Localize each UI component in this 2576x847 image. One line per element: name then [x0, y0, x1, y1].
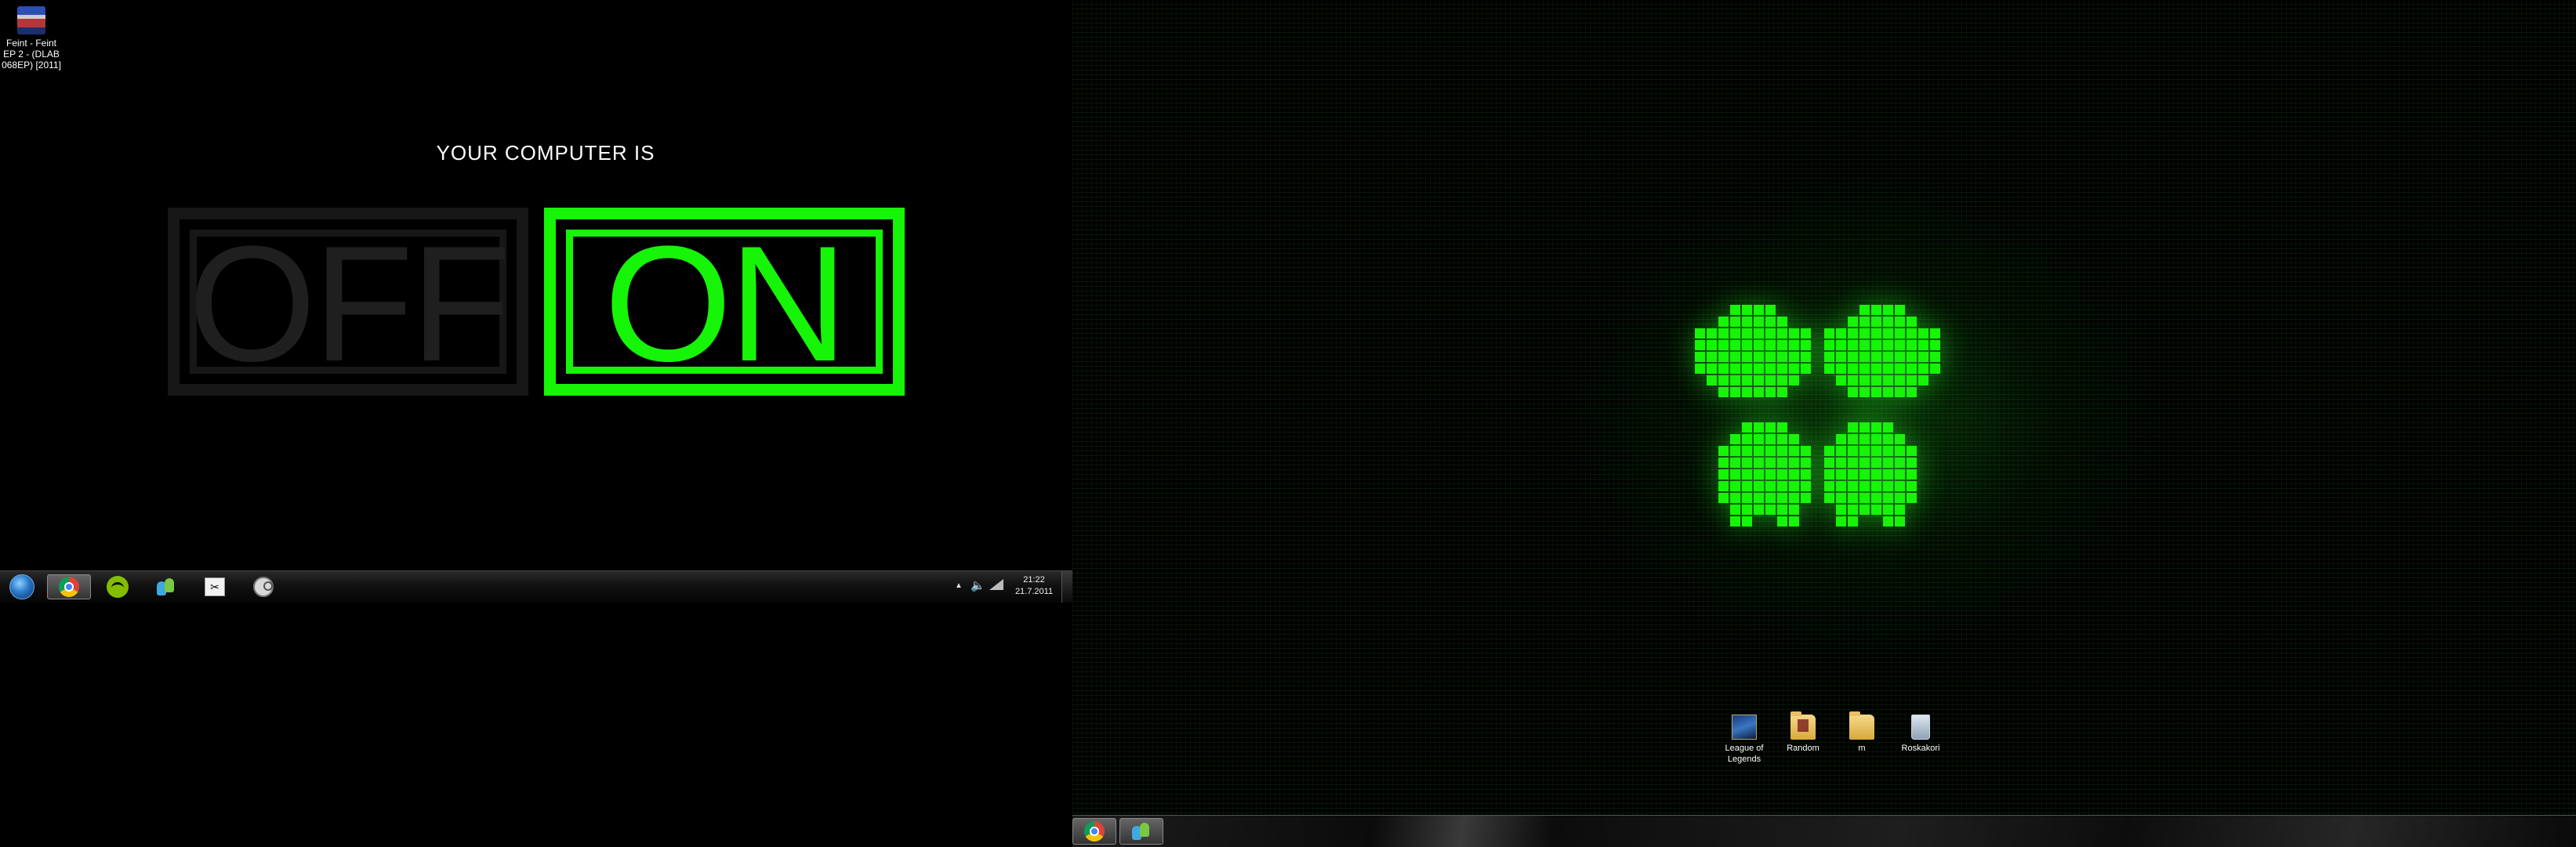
folder-icon [1849, 711, 1874, 740]
messenger-icon [155, 577, 177, 597]
taskbar-chrome-button[interactable] [1072, 818, 1116, 845]
desktop-icon-label: Roskakori [1901, 744, 1940, 753]
taskbar-clock[interactable]: 21:22 21.7.2011 [1009, 574, 1059, 598]
desktop-icon-feint-archive[interactable]: Feint - Feint EP 2 - (DLAB 068EP) [2011] [0, 6, 63, 71]
desktop-icon-recycle-bin[interactable]: Roskakori [1893, 715, 1948, 754]
wallpaper-headline: YOUR COMPUTER IS [436, 141, 655, 165]
wallpaper-off-switch: OFF [168, 208, 528, 396]
on-label: ON [604, 212, 848, 396]
show-hidden-icons-arrow[interactable]: ▲ [955, 579, 963, 593]
folder-icon [1791, 711, 1816, 740]
windows-orb-icon [9, 574, 34, 599]
taskbar-steam-button[interactable] [241, 574, 285, 599]
taskbar-right [1072, 815, 2576, 847]
right-monitor-desktop: League of Legends Random m Roskakori [1072, 0, 2576, 846]
clock-date: 21.7.2011 [1014, 587, 1054, 596]
taskbar-messenger-button[interactable] [1119, 818, 1163, 845]
taskbar-left: ✂ ▲ 🔈 21:22 21.7.2011 [0, 570, 1072, 603]
chrome-icon [59, 577, 79, 597]
desktop-icon-label: m [1858, 744, 1866, 753]
volume-icon[interactable]: 🔈 [971, 579, 985, 593]
wallpaper-on-switch: ON [544, 208, 905, 396]
desktop-icon-m[interactable]: m [1834, 711, 1889, 754]
windows-logo-icon [1694, 304, 1941, 527]
off-label: OFF [188, 212, 511, 396]
desktop-icon-league-of-legends[interactable]: League of Legends [1717, 715, 1772, 765]
show-desktop-button[interactable] [1061, 571, 1072, 603]
league-of-legends-icon [1732, 715, 1757, 740]
clock-time: 21:22 [1023, 575, 1045, 585]
desktop-icon-random[interactable]: Random [1776, 711, 1830, 754]
winrar-archive-icon [17, 6, 45, 34]
left-monitor-desktop: Feint - Feint EP 2 - (DLAB 068EP) [2011]… [0, 0, 1072, 846]
spotify-icon [107, 576, 129, 598]
desktop-icon-label: Feint - Feint EP 2 - (DLAB 068EP) [2011] [2, 38, 61, 71]
chrome-icon [1084, 821, 1105, 842]
taskbar-chrome-button[interactable] [47, 574, 91, 599]
app-window-icon: ✂ [205, 577, 225, 596]
recycle-bin-icon [1911, 715, 1930, 740]
start-button[interactable] [0, 574, 44, 599]
taskbar-app-button[interactable]: ✂ [193, 574, 237, 599]
messenger-icon [1130, 821, 1152, 842]
desktop-icon-label: Random [1787, 744, 1820, 753]
desktop-icon-label: League of Legends [1725, 744, 1764, 764]
steam-icon [253, 577, 274, 597]
taskbar-spotify-button[interactable] [96, 574, 140, 599]
network-signal-icon[interactable] [989, 579, 1003, 594]
taskbar-messenger-button[interactable] [144, 574, 188, 599]
